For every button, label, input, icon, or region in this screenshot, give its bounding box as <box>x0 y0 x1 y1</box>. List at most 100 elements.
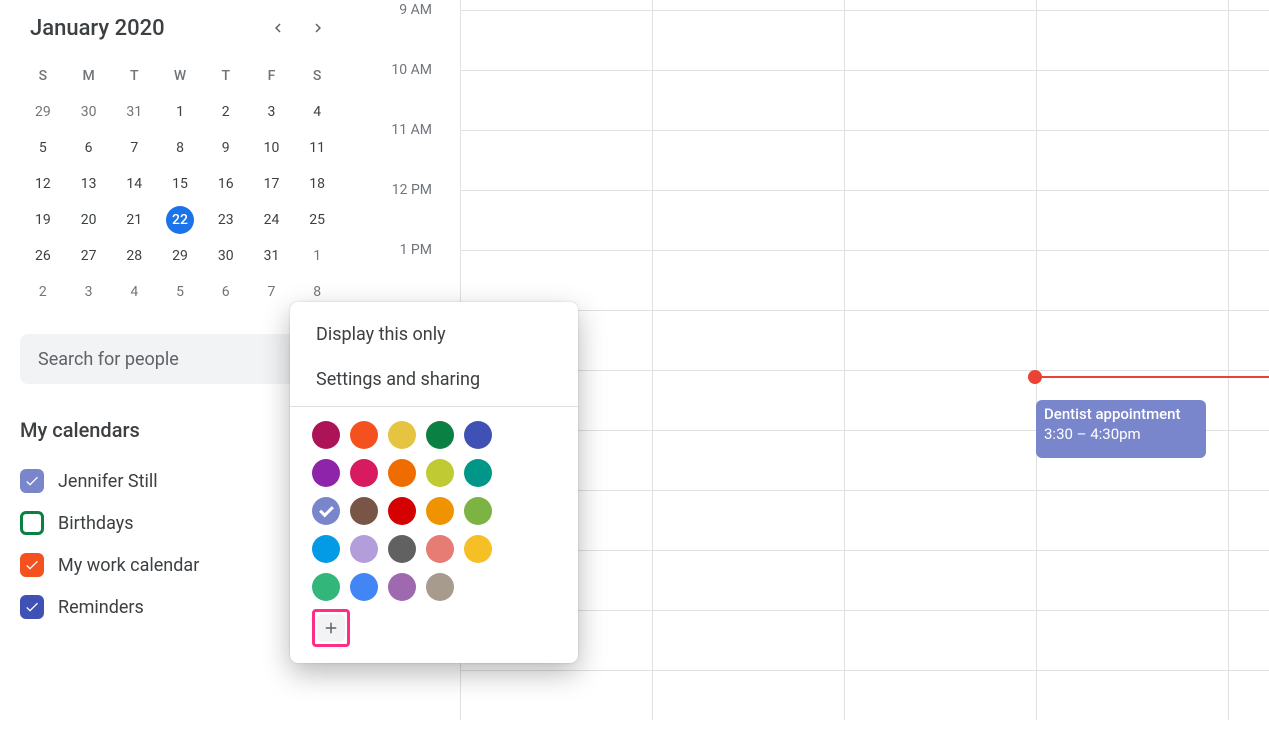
mini-calendar-day[interactable]: 21 <box>111 202 157 238</box>
day-column-line <box>652 0 653 720</box>
color-swatch[interactable] <box>464 497 492 525</box>
color-swatch[interactable] <box>388 535 416 563</box>
color-swatch[interactable] <box>312 573 340 601</box>
popover-separator <box>290 406 578 407</box>
mini-calendar-day[interactable]: 30 <box>203 238 249 274</box>
color-swatch[interactable] <box>312 421 340 449</box>
display-this-only-item[interactable]: Display this only <box>290 312 578 357</box>
color-swatch[interactable] <box>312 459 340 487</box>
calendar-list-label: My work calendar <box>58 555 199 576</box>
time-label: 1 PM <box>400 242 432 258</box>
day-column-line <box>1036 0 1037 720</box>
mini-calendar-day[interactable]: 16 <box>203 166 249 202</box>
hour-slot[interactable] <box>460 10 1269 70</box>
mini-calendar-day[interactable]: 4 <box>111 274 157 310</box>
hour-slot[interactable] <box>460 490 1269 550</box>
color-swatch[interactable] <box>388 459 416 487</box>
hour-slot[interactable] <box>460 670 1269 730</box>
color-swatch[interactable] <box>312 535 340 563</box>
mini-calendar-day[interactable]: 15 <box>157 166 203 202</box>
mini-calendar-day[interactable]: 9 <box>203 130 249 166</box>
mini-calendar-day[interactable]: 30 <box>66 94 112 130</box>
mini-calendar-day[interactable]: 23 <box>203 202 249 238</box>
search-placeholder: Search for people <box>38 349 179 370</box>
color-swatch[interactable] <box>426 535 454 563</box>
chevron-right-icon <box>309 19 327 37</box>
color-swatch[interactable] <box>350 573 378 601</box>
event-time: 3:30 – 4:30pm <box>1044 424 1198 444</box>
calendar-checkbox[interactable] <box>20 553 44 577</box>
mini-calendar-day[interactable]: 22 <box>157 202 203 238</box>
add-custom-color-highlight <box>312 609 350 647</box>
mini-calendar-day[interactable]: 26 <box>20 238 66 274</box>
mini-calendar-day[interactable]: 25 <box>294 202 340 238</box>
hour-slot[interactable] <box>460 310 1269 370</box>
mini-calendar-day[interactable]: 14 <box>111 166 157 202</box>
mini-calendar-day[interactable]: 13 <box>66 166 112 202</box>
add-custom-color-button[interactable] <box>317 614 345 642</box>
calendar-checkbox[interactable] <box>20 469 44 493</box>
color-swatch[interactable] <box>350 497 378 525</box>
mini-calendar-day[interactable]: 3 <box>249 94 295 130</box>
color-swatch[interactable] <box>350 421 378 449</box>
color-swatch[interactable] <box>464 535 492 563</box>
mini-calendar-day[interactable]: 31 <box>111 94 157 130</box>
mini-calendar-day[interactable]: 24 <box>249 202 295 238</box>
mini-calendar-day[interactable]: 2 <box>203 94 249 130</box>
mini-calendar-day[interactable]: 29 <box>157 238 203 274</box>
mini-calendar-day[interactable]: 6 <box>66 130 112 166</box>
mini-calendar-title: January 2020 <box>30 16 165 41</box>
mini-calendar-day[interactable]: 29 <box>20 94 66 130</box>
hour-slot[interactable] <box>460 70 1269 130</box>
mini-calendar-day[interactable]: 28 <box>111 238 157 274</box>
color-swatch[interactable] <box>426 459 454 487</box>
calendar-list-label: Reminders <box>58 597 144 618</box>
color-swatch[interactable] <box>312 497 340 525</box>
mini-calendar-day[interactable]: 10 <box>249 130 295 166</box>
mini-calendar-day[interactable]: 1 <box>157 94 203 130</box>
mini-calendar-day[interactable]: 1 <box>294 238 340 274</box>
mini-calendar-day[interactable]: 7 <box>111 130 157 166</box>
mini-calendar-prev-button[interactable] <box>262 12 294 44</box>
color-swatch[interactable] <box>388 421 416 449</box>
mini-calendar-day[interactable]: 7 <box>249 274 295 310</box>
search-people-input[interactable]: Search for people <box>20 334 322 384</box>
hour-slot[interactable] <box>460 190 1269 250</box>
mini-calendar-dow: S <box>294 58 340 94</box>
color-swatch[interactable] <box>426 497 454 525</box>
settings-and-sharing-item[interactable]: Settings and sharing <box>290 357 578 402</box>
color-swatch[interactable] <box>350 459 378 487</box>
calendar-checkbox[interactable] <box>20 511 44 535</box>
mini-calendar-dow: F <box>249 58 295 94</box>
color-swatch[interactable] <box>350 535 378 563</box>
color-swatch[interactable] <box>464 421 492 449</box>
mini-calendar-day[interactable]: 19 <box>20 202 66 238</box>
mini-calendar-day[interactable]: 11 <box>294 130 340 166</box>
mini-calendar-day[interactable]: 6 <box>203 274 249 310</box>
hour-slot[interactable] <box>460 130 1269 190</box>
mini-calendar-day[interactable]: 2 <box>20 274 66 310</box>
calendar-event[interactable]: Dentist appointment 3:30 – 4:30pm <box>1036 400 1206 458</box>
mini-calendar-day[interactable]: 3 <box>66 274 112 310</box>
hour-slot[interactable] <box>460 610 1269 670</box>
color-swatch[interactable] <box>388 573 416 601</box>
color-swatch[interactable] <box>464 459 492 487</box>
color-swatch[interactable] <box>426 573 454 601</box>
mini-calendar-day[interactable]: 4 <box>294 94 340 130</box>
calendar-checkbox[interactable] <box>20 595 44 619</box>
color-swatch[interactable] <box>388 497 416 525</box>
hour-slot[interactable] <box>460 250 1269 310</box>
mini-calendar-day[interactable]: 5 <box>20 130 66 166</box>
mini-calendar-day[interactable]: 12 <box>20 166 66 202</box>
mini-calendar-dow: T <box>203 58 249 94</box>
mini-calendar-day[interactable]: 18 <box>294 166 340 202</box>
color-swatch[interactable] <box>426 421 454 449</box>
mini-calendar-day[interactable]: 5 <box>157 274 203 310</box>
mini-calendar-next-button[interactable] <box>302 12 334 44</box>
mini-calendar-day[interactable]: 20 <box>66 202 112 238</box>
mini-calendar-day[interactable]: 27 <box>66 238 112 274</box>
hour-slot[interactable] <box>460 550 1269 610</box>
mini-calendar-day[interactable]: 17 <box>249 166 295 202</box>
mini-calendar-day[interactable]: 31 <box>249 238 295 274</box>
mini-calendar-day[interactable]: 8 <box>157 130 203 166</box>
